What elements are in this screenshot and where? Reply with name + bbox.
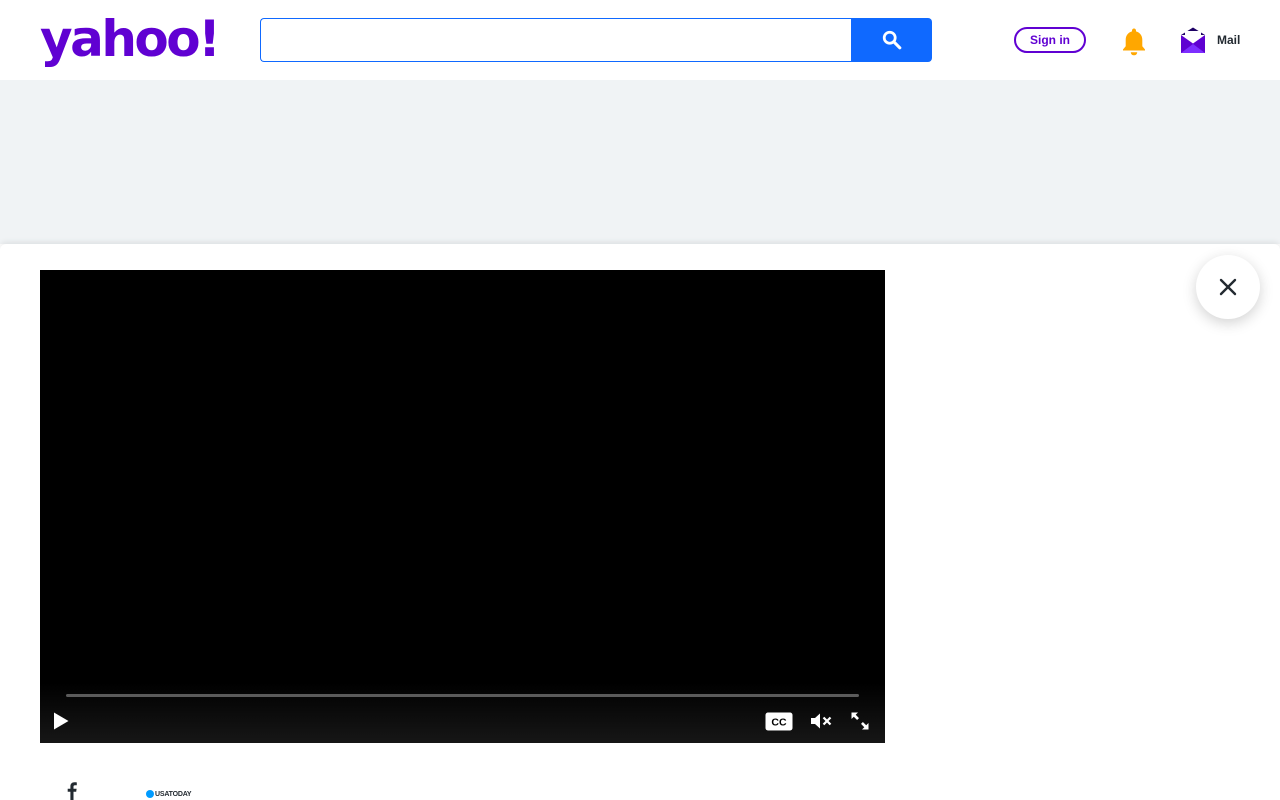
mute-button[interactable] [809,711,833,731]
yahoo-logo[interactable]: yahoo! [40,14,221,64]
fullscreen-icon [851,712,869,730]
notifications-button[interactable] [1120,26,1148,56]
source-name: USATODAY [155,790,192,798]
close-video-button[interactable] [1196,255,1260,319]
bell-icon [1123,28,1145,56]
mute-icon [811,713,832,729]
play-button[interactable] [50,708,72,734]
search-button[interactable] [851,18,932,62]
video-player[interactable]: CC [40,270,885,743]
search-input[interactable] [260,18,852,62]
mail-link[interactable]: Mail [1180,26,1240,54]
ad-banner-area [0,80,1280,244]
sign-in-button[interactable]: Sign in [1014,27,1086,53]
usa-today-logo-icon [146,790,154,798]
mail-label: Mail [1217,33,1241,47]
facebook-icon [67,782,77,800]
share-facebook-button[interactable] [62,782,82,800]
mail-icon [1181,27,1205,53]
content-source: USATODAY [146,788,192,800]
video-progress-bar[interactable] [66,694,859,697]
svg-text:CC: CC [771,716,787,728]
closed-captions-button[interactable]: CC [764,711,794,731]
search-icon [882,30,901,50]
play-icon [54,712,69,730]
closed-captions-icon: CC [765,712,793,730]
fullscreen-button[interactable] [848,710,872,732]
close-icon [1219,278,1237,296]
player-controls-bar [40,683,885,743]
site-header: yahoo! Sign in Mail [0,0,1280,80]
